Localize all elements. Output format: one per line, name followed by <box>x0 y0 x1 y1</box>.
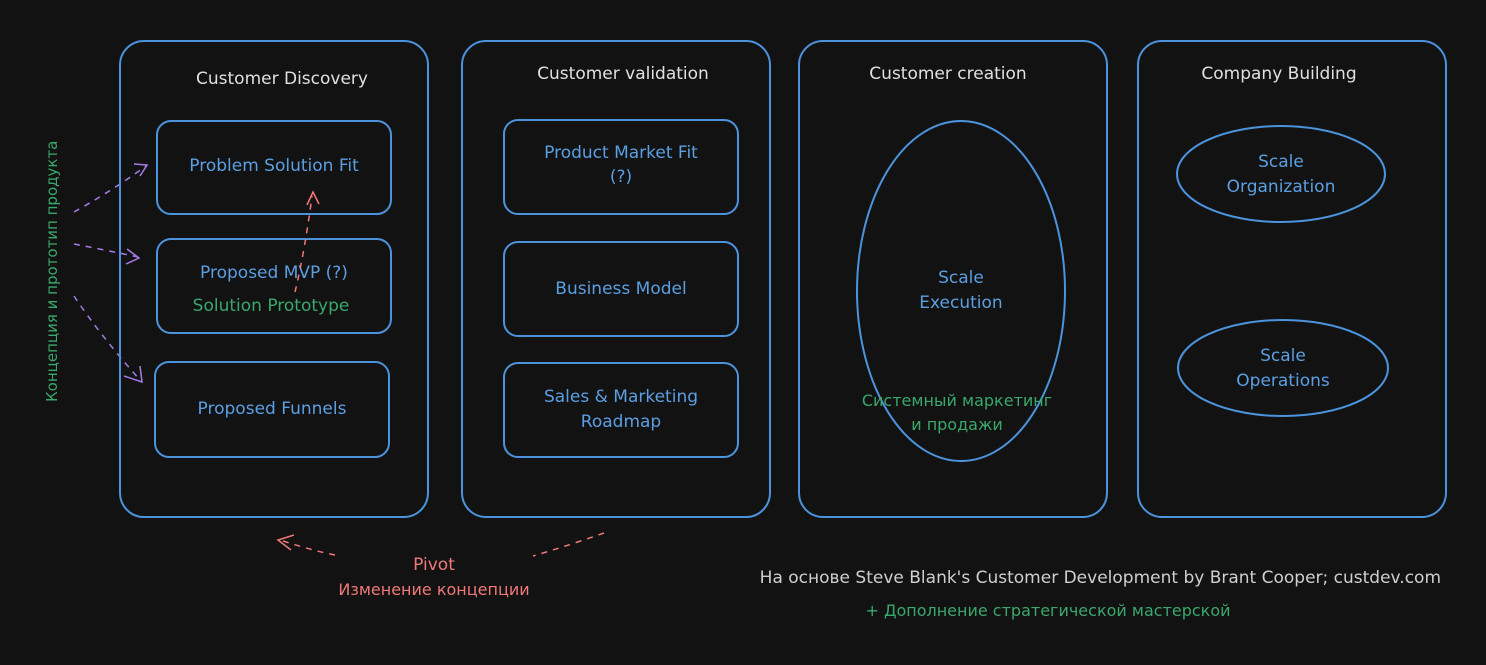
scale-execution-label-2: Execution <box>919 293 1002 313</box>
scale-operations-ellipse <box>1177 319 1389 417</box>
stage-customer-discovery: Customer Discovery Problem Solution Fit … <box>119 40 429 518</box>
scale-organization-label-1: Scale <box>1258 152 1304 172</box>
footer-source: На основе Steve Blank's Customer Develop… <box>760 568 1441 588</box>
pivot-group: Pivot Изменение концепции <box>276 532 605 599</box>
validation-title: Customer validation <box>537 64 709 84</box>
proposed-funnels-label: Proposed Funnels <box>198 399 347 419</box>
discovery-title: Customer Discovery <box>196 69 368 89</box>
prototype-to-problem-arrow-head <box>306 190 320 206</box>
product-market-fit-label: Product Market Fit <box>544 143 698 163</box>
diagram-canvas: Концепция и прототип продукта Customer D… <box>43 40 1447 620</box>
scale-organization-label-2: Organization <box>1227 177 1336 197</box>
pivot-sublabel: Изменение концепции <box>338 580 529 599</box>
system-marketing-label-1: Системный маркетинг <box>862 391 1052 410</box>
creation-title: Customer creation <box>869 64 1026 84</box>
stage-customer-creation: Customer creation Scale Execution Систем… <box>798 40 1108 518</box>
pivot-arrow-in <box>532 532 605 557</box>
building-frame <box>1137 40 1447 518</box>
arrow-head-funnels <box>123 365 143 384</box>
stage-company-building: Company Building Scale Organization Scal… <box>1137 40 1447 518</box>
scale-execution-label-1: Scale <box>938 268 984 288</box>
building-title: Company Building <box>1201 64 1356 84</box>
proposed-mvp-label: Proposed MVP (?) <box>200 263 348 283</box>
scale-operations-label-2: Operations <box>1236 371 1330 391</box>
business-model-label: Business Model <box>555 279 686 299</box>
product-market-fit-question: (?) <box>610 167 632 187</box>
arrow-to-funnels <box>73 295 141 381</box>
solution-prototype-label: Solution Prototype <box>193 296 350 316</box>
pivot-label: Pivot <box>413 555 455 575</box>
scale-execution-ellipse <box>856 120 1066 462</box>
side-label-concept: Концепция и прототип продукта <box>43 141 61 402</box>
sales-marketing-box <box>503 362 739 458</box>
scale-organization-ellipse <box>1176 125 1386 223</box>
roadmap-label: Roadmap <box>581 412 661 432</box>
scale-operations-label-1: Scale <box>1260 346 1306 366</box>
sales-marketing-label: Sales & Marketing <box>544 387 698 407</box>
system-marketing-label-2: и продажи <box>911 415 1003 434</box>
concept-arrows <box>73 163 149 384</box>
stage-customer-validation: Customer validation Product Market Fit (… <box>461 40 771 518</box>
arrow-to-problem-fit <box>73 165 147 213</box>
footer-addition: + Дополнение стратегической мастерской <box>865 601 1230 620</box>
problem-solution-fit-label: Problem Solution Fit <box>189 156 359 176</box>
proposed-mvp-box <box>156 238 392 334</box>
arrow-head-mvp <box>125 248 141 265</box>
